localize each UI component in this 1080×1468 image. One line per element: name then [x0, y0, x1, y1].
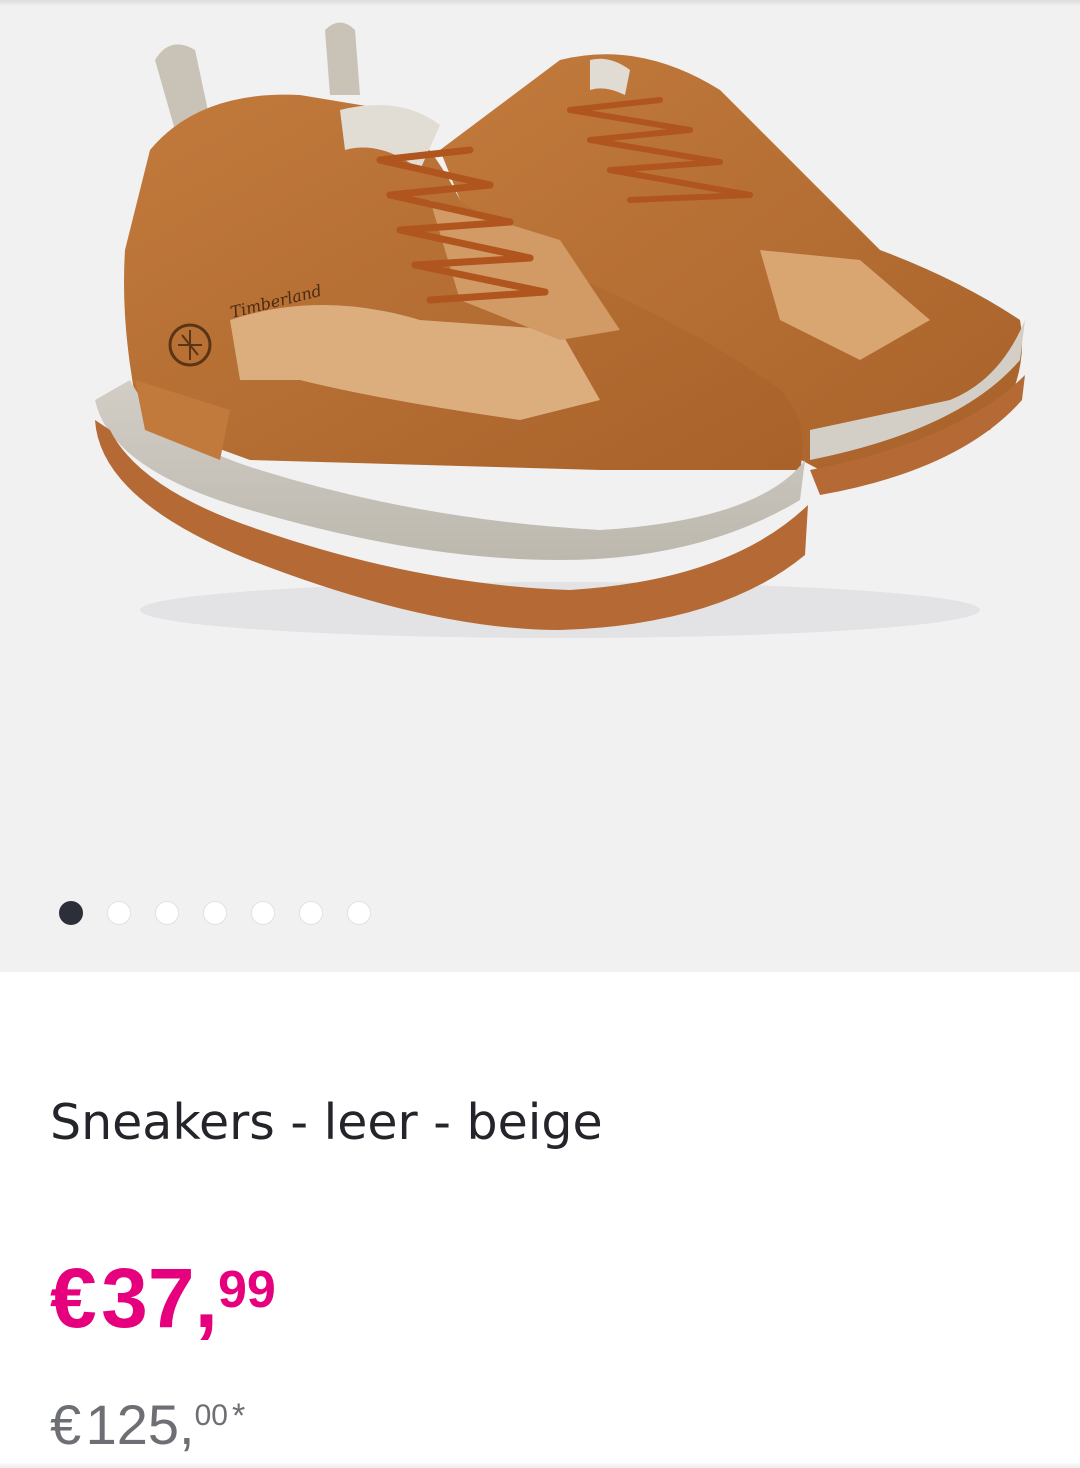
original-price-decimals: 00 — [194, 1399, 228, 1432]
gallery-dot-2[interactable] — [107, 901, 131, 925]
gallery-dot-4[interactable] — [203, 901, 227, 925]
sale-price: € 37,99 — [50, 1256, 276, 1340]
original-price-currency: € — [50, 1393, 82, 1456]
top-shadow — [0, 0, 1080, 6]
price-footnote-marker: * — [231, 1397, 246, 1435]
sale-price-currency: € — [50, 1251, 97, 1345]
sale-price-integer: 37, — [101, 1251, 218, 1345]
original-price: € 125,00 * — [50, 1397, 245, 1453]
gallery-pagination — [59, 901, 371, 925]
bottom-fade — [0, 1462, 1080, 1468]
gallery-dot-5[interactable] — [251, 901, 275, 925]
gallery-dot-1[interactable] — [59, 901, 83, 925]
product-image-gallery[interactable]: Timberland — [0, 0, 1080, 972]
product-image[interactable]: Timberland — [0, 0, 1080, 972]
gallery-dot-7[interactable] — [347, 901, 371, 925]
product-title: Sneakers - leer - beige — [50, 1094, 603, 1151]
original-price-integer: 125, — [85, 1393, 195, 1456]
gallery-dot-3[interactable] — [155, 901, 179, 925]
gallery-dot-6[interactable] — [299, 901, 323, 925]
sale-price-decimals: 99 — [217, 1261, 276, 1319]
product-page: Timberland Sneakers - leer - beige € 37,… — [0, 0, 1080, 1468]
